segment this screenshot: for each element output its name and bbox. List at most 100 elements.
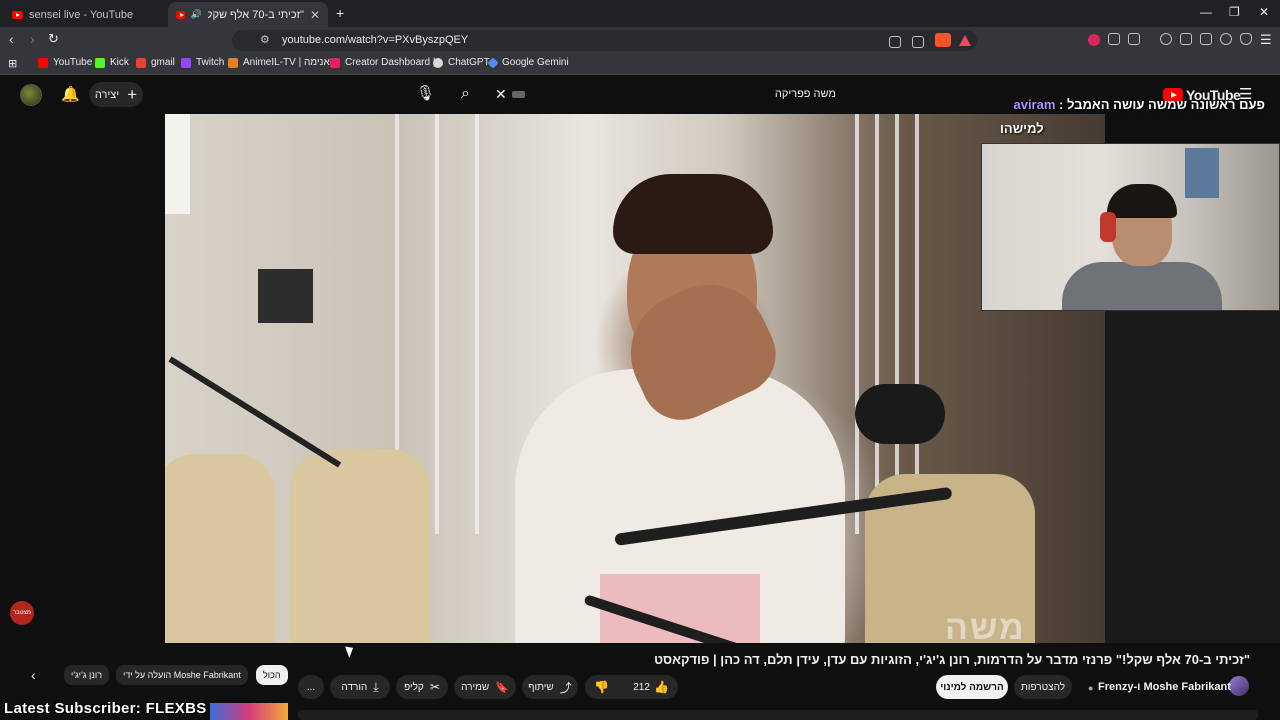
youtube-favicon-icon — [12, 10, 23, 19]
join-button[interactable]: להצטרפות — [1014, 675, 1072, 699]
browser-toolbar: ‹ › ↻ 🔖 ⚙ youtube.com/watch?v=PXvByszpQE… — [0, 27, 1280, 53]
notifications-bell-icon[interactable]: 🔔 — [61, 85, 80, 103]
mouse-cursor — [345, 644, 356, 658]
stream-overlay-subtitle: למישהו — [1000, 121, 1044, 136]
microphone — [855, 384, 945, 444]
restore-icon[interactable]: ❐ — [1229, 5, 1240, 19]
join-label: להצטרפות — [1020, 681, 1066, 693]
overlay-user-name: aviram — [1013, 97, 1056, 112]
creator-dashboard-icon — [330, 57, 340, 68]
create-button[interactable]: יצירה + — [89, 82, 143, 107]
bookmark-twitch[interactable]: Twitch — [181, 57, 224, 68]
verified-icon: ● — [1088, 683, 1094, 693]
address-bar[interactable]: ⚙ youtube.com/watch?v=PXvByszpQEY — [232, 30, 977, 51]
stream-watermark: משה — [945, 609, 1026, 643]
subscribe-button[interactable]: הרשמה למינוי — [936, 675, 1008, 699]
streamer-body — [1062, 262, 1222, 310]
rewards-icon[interactable] — [959, 35, 971, 46]
dislike-icon[interactable]: 👎 — [594, 680, 609, 694]
save-label: שמירה — [461, 681, 490, 693]
video-player[interactable]: משה — [165, 114, 1105, 643]
bookmark-gemini[interactable]: Google Gemini — [487, 56, 569, 69]
bookmarks-bar: ⊞ YouTube Kick gmail Twitch AnimeIL-TV |… — [0, 53, 1280, 75]
video-title: "זכיתי ב-70 אלף שקל!" פרנזי מדבר על הדרמ… — [654, 652, 1250, 667]
site-settings-icon[interactable]: ⚙ — [260, 33, 270, 46]
chair — [165, 454, 275, 643]
search-icon[interactable]: ⌕ — [461, 85, 470, 103]
apps-grid-icon[interactable]: ⊞ — [8, 57, 17, 70]
forward-icon[interactable]: › — [30, 31, 35, 47]
description-box-edge — [298, 710, 1258, 720]
like-icon: 👍 — [653, 680, 669, 694]
chip-ronen[interactable]: רונן ג'יג'י — [64, 665, 110, 685]
chevron-left-icon[interactable]: ‹ — [31, 667, 36, 683]
screenshot-icon[interactable] — [1128, 33, 1140, 45]
minimize-icon[interactable]: — — [1200, 5, 1212, 19]
bookmark-label: gmail — [151, 57, 175, 68]
speaker-icon[interactable]: 🔊 — [191, 9, 202, 20]
extension-red-icon[interactable] — [1088, 34, 1100, 46]
reload-icon[interactable]: ↻ — [48, 31, 59, 47]
live-badge-label: מצטבר — [12, 610, 32, 616]
share-page-icon[interactable] — [912, 36, 924, 48]
gemini-icon — [487, 56, 499, 69]
stair-rail — [875, 114, 879, 534]
more-actions-button[interactable]: ... — [298, 675, 324, 699]
cast-icon[interactable] — [889, 36, 901, 48]
share-button[interactable]: שיתוף ⤴ — [522, 675, 578, 699]
bookmark-youtube[interactable]: YouTube — [38, 57, 92, 68]
search-bar[interactable]: ⌕ ✕ משה פפריקה — [450, 82, 848, 107]
download-button[interactable]: הורדה ⤓ — [330, 675, 390, 699]
microphone-icon[interactable]: 🎙 — [416, 84, 435, 102]
latest-subscriber-overlay: Latest Subscriber: FLEXBS — [4, 700, 207, 717]
brave-shields-icon[interactable] — [935, 33, 951, 47]
bookmark-gmail[interactable]: gmail — [136, 57, 175, 68]
save-button[interactable]: שמירה 🔖 — [454, 675, 516, 699]
keyboard-icon[interactable] — [512, 91, 525, 98]
wallet-icon[interactable] — [1200, 33, 1212, 45]
wall-poster — [1185, 148, 1219, 198]
clip-button[interactable]: קליפ ✂ — [396, 675, 448, 699]
like-button[interactable]: 212 👍 — [633, 680, 669, 694]
new-tab-button[interactable]: + — [336, 5, 344, 21]
headphones — [1100, 212, 1116, 242]
share-label: שיתוף — [528, 681, 554, 693]
sidebar-icon[interactable] — [1180, 33, 1192, 45]
bookmark-animeil[interactable]: AnimeIL-TV | אנימה... — [228, 57, 338, 68]
menu-icon[interactable]: ☰ — [1260, 32, 1272, 48]
create-label: יצירה — [94, 88, 120, 101]
animeil-icon — [228, 57, 238, 68]
tab-title: sensei live - YouTube — [29, 8, 134, 21]
back-icon[interactable]: ‹ — [9, 31, 14, 47]
channel-avatar[interactable] — [1229, 676, 1249, 696]
stair-rail — [895, 114, 899, 534]
youtube-icon — [38, 57, 48, 68]
cable — [168, 356, 342, 468]
leo-ai-icon[interactable] — [1220, 33, 1232, 45]
tab-active-video[interactable]: 🔊 "זכיתי ב-70 אלף שקל!" פרנזי ✕ — [168, 2, 328, 27]
vpn-shield-icon[interactable] — [1240, 33, 1252, 45]
bookmark-kick[interactable]: Kick — [95, 57, 129, 68]
account-avatar[interactable] — [20, 84, 42, 106]
chip-all[interactable]: הכול — [256, 665, 288, 685]
bookmark-chatgpt[interactable]: ChatGPT — [433, 57, 490, 68]
search-input[interactable]: משה פפריקה — [775, 88, 836, 100]
chip-label: הועלה על ידי Moshe Fabrikant — [123, 670, 241, 680]
recommended-thumbnail[interactable] — [210, 703, 288, 720]
bookmark-creator-dashboard[interactable]: Creator Dashboard |... — [330, 57, 444, 68]
close-tab-icon[interactable]: ✕ — [310, 8, 320, 22]
live-badge: מצטבר — [10, 601, 34, 625]
stream-overlay-title: פעם ראשונה שמשה עושה האמבל : aviram — [1003, 97, 1265, 112]
tab-sensei-live[interactable]: sensei live - YouTube — [4, 2, 164, 27]
chip-label: הכול — [263, 670, 281, 680]
clear-search-icon[interactable]: ✕ — [495, 86, 507, 103]
extensions-icon[interactable] — [1108, 33, 1120, 45]
stair-rail — [855, 114, 859, 534]
channel-name[interactable]: Frenzy-ו Moshe Fabrikant — [1098, 681, 1231, 693]
curtain-fold — [475, 114, 479, 534]
video-light-patch — [165, 114, 190, 214]
music-icon[interactable] — [1160, 33, 1172, 45]
close-window-icon[interactable]: ✕ — [1259, 5, 1269, 19]
chip-uploaded-by[interactable]: הועלה על ידי Moshe Fabrikant — [116, 665, 248, 685]
youtube-favicon-icon — [176, 10, 185, 19]
